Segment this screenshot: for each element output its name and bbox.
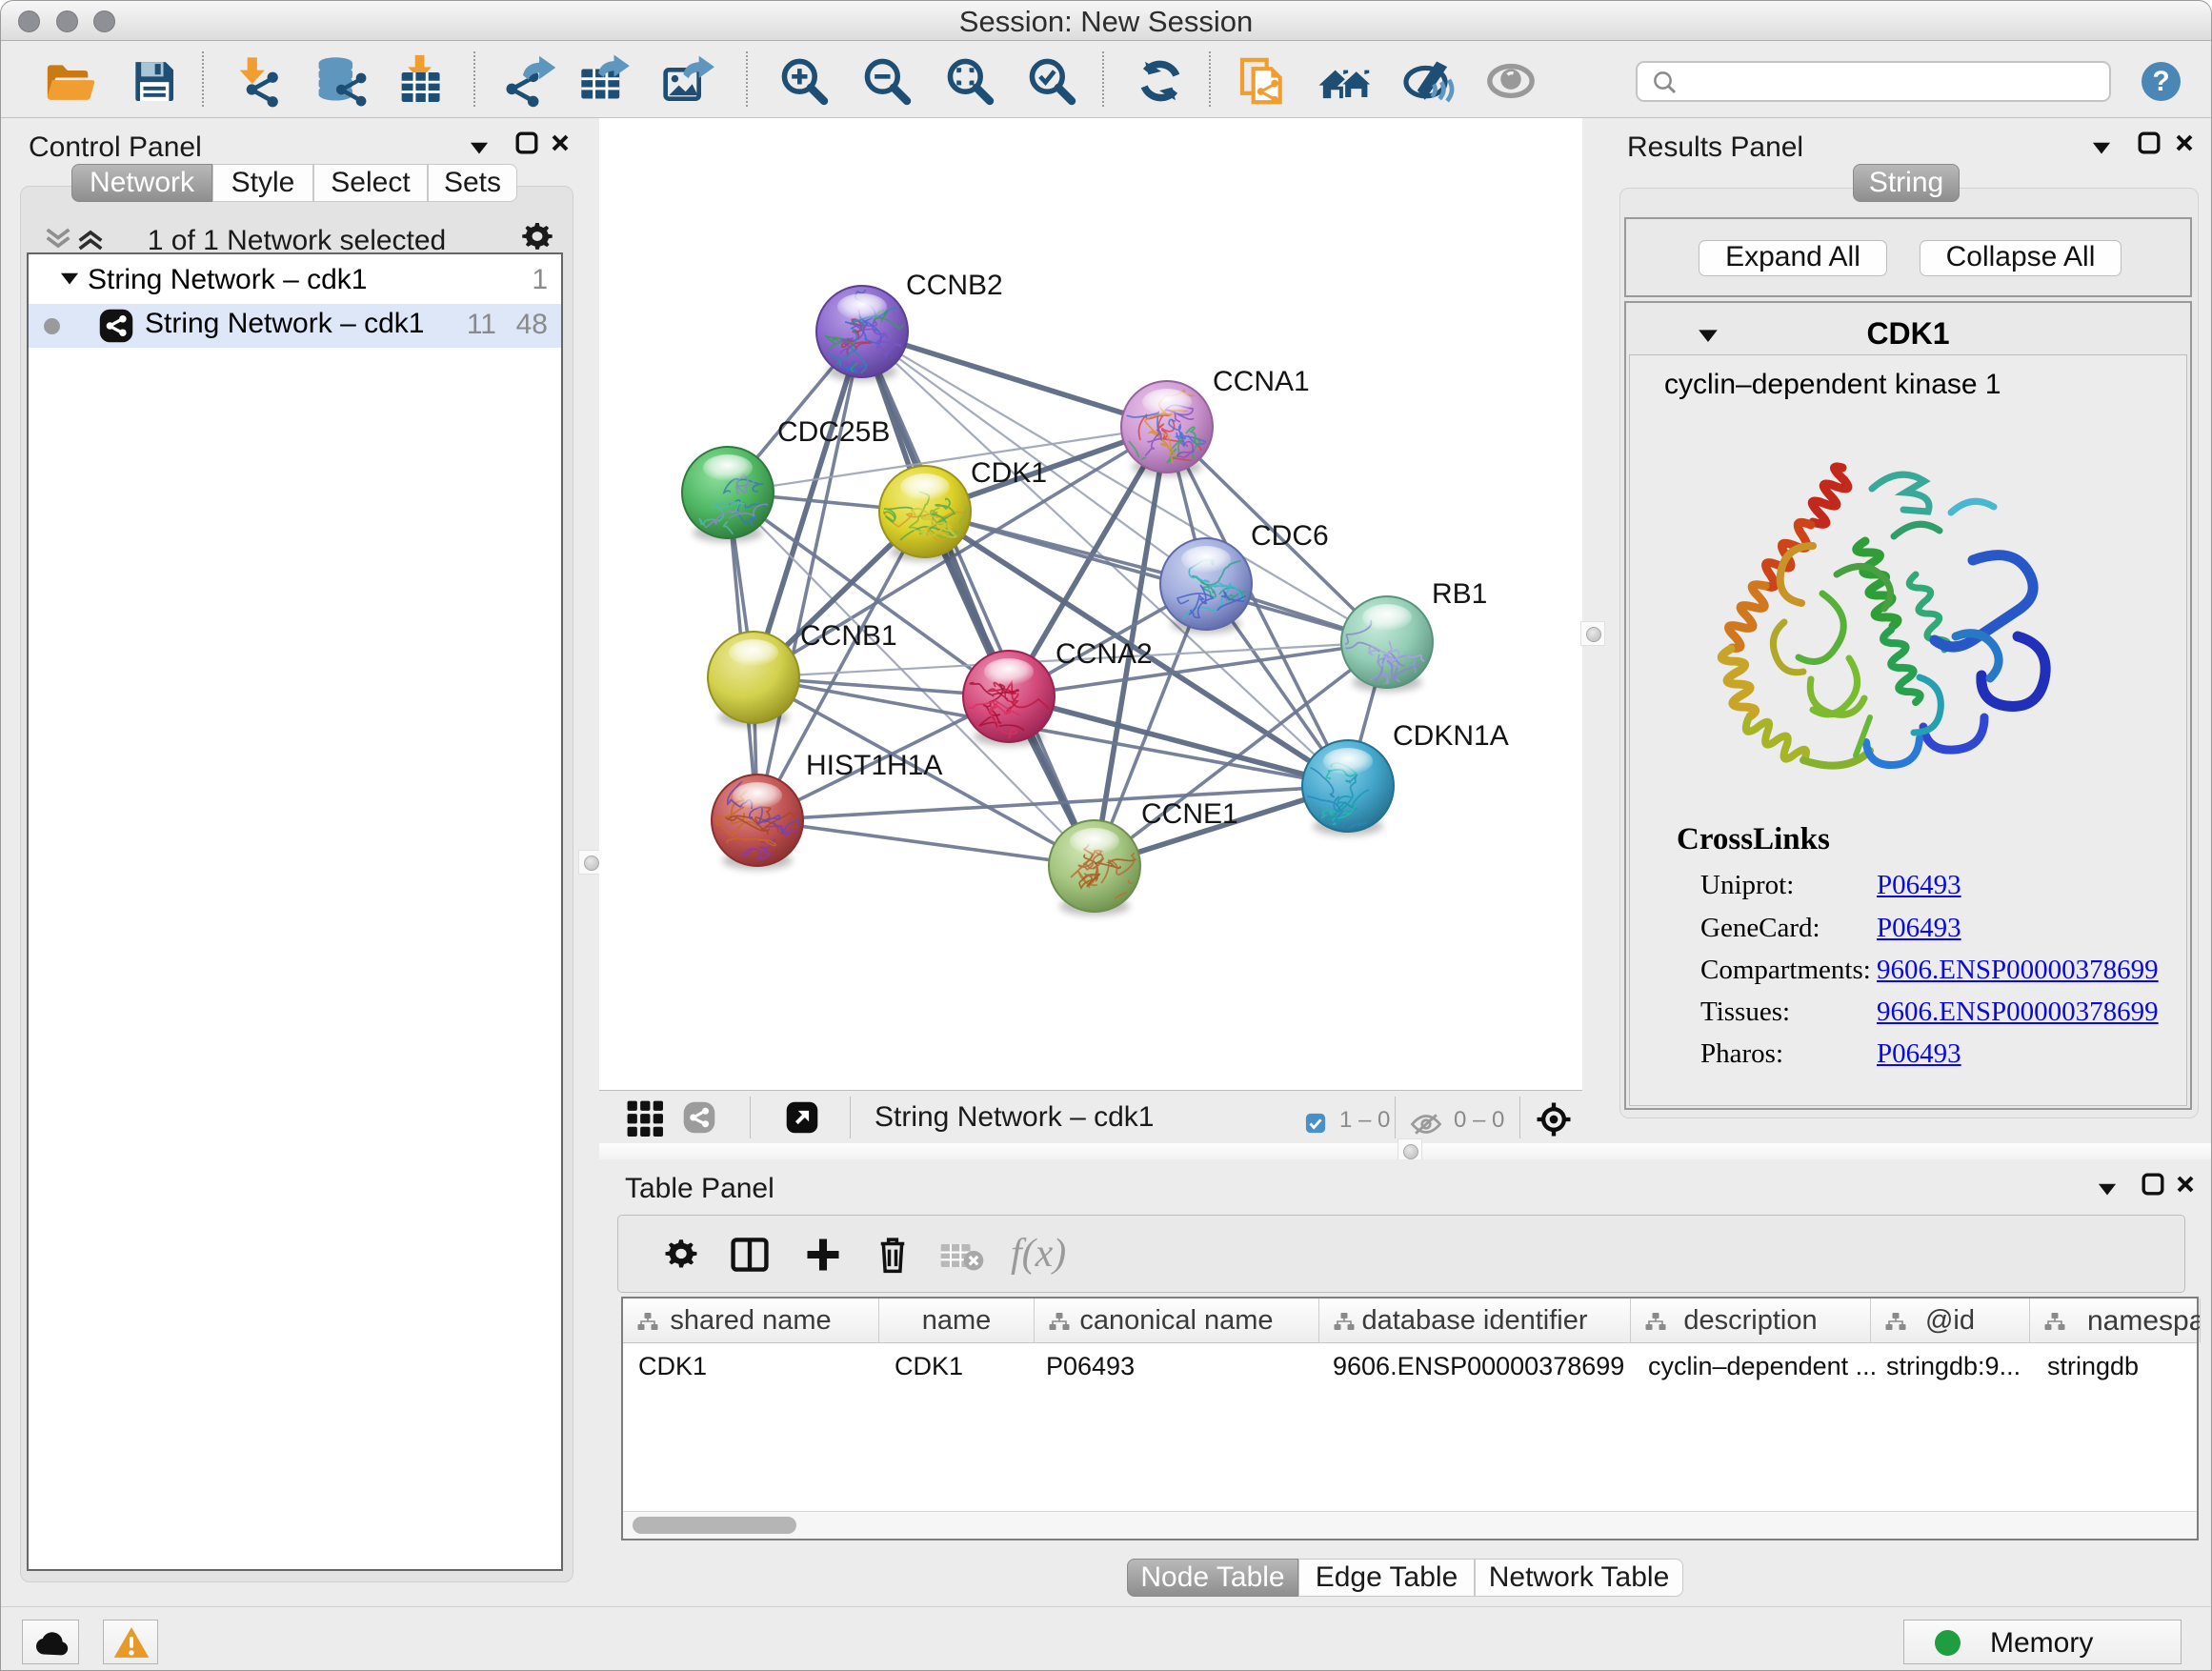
- svg-text:CDK1: CDK1: [971, 457, 1047, 489]
- svg-text:CCNE1: CCNE1: [1141, 798, 1238, 830]
- svg-text:CDC25B: CDC25B: [777, 416, 890, 448]
- svg-text:HIST1H1A: HIST1H1A: [806, 750, 942, 781]
- svg-text:RB1: RB1: [1432, 578, 1487, 610]
- svg-text:CCNA1: CCNA1: [1213, 366, 1310, 397]
- svg-text:CDC6: CDC6: [1251, 520, 1329, 552]
- svg-text:CCNB2: CCNB2: [906, 270, 1003, 301]
- svg-text:CCNB1: CCNB1: [800, 620, 897, 652]
- svg-text:CCNA2: CCNA2: [1056, 638, 1153, 670]
- svg-text:CDKN1A: CDKN1A: [1393, 720, 1509, 752]
